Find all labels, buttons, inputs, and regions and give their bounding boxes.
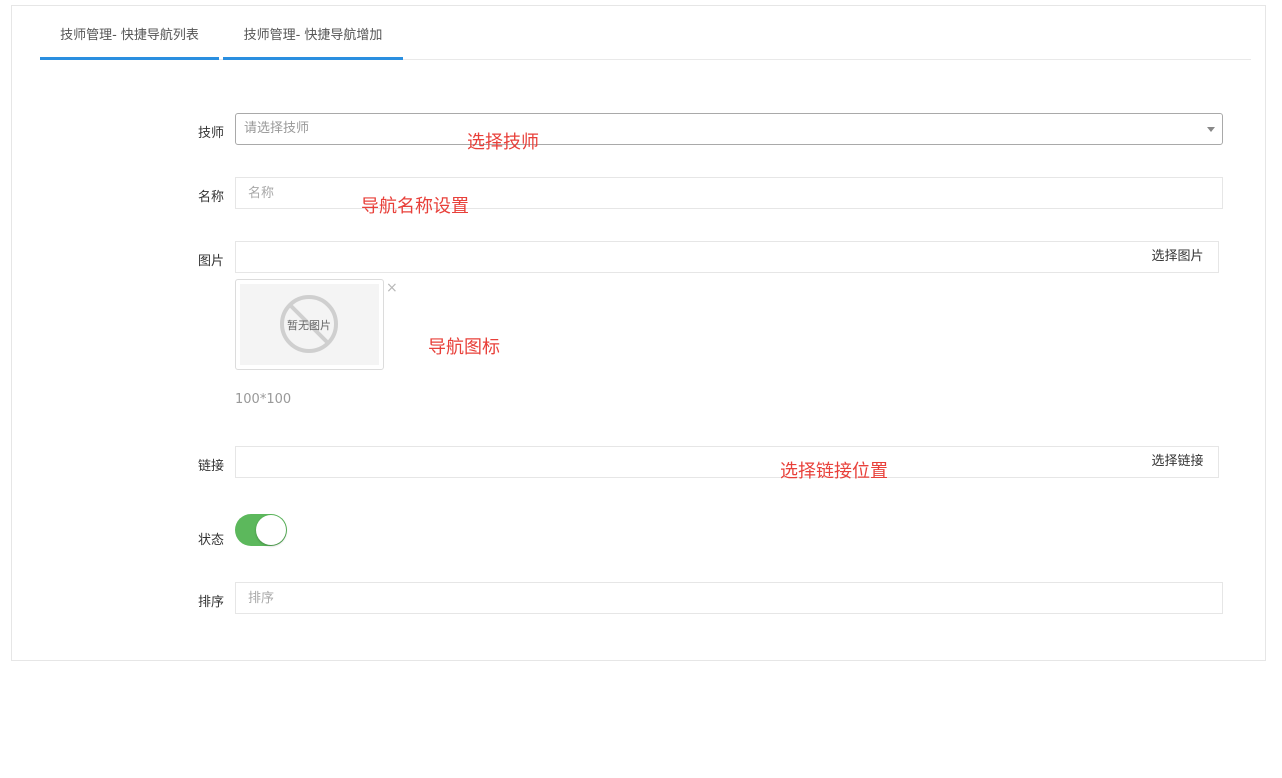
no-image-text: 暂无图片 [287, 319, 331, 332]
link-annotation: 选择链接位置 [780, 461, 888, 482]
status-toggle[interactable] [235, 514, 287, 546]
technician-select-placeholder: 请选择技师 [244, 121, 310, 136]
choose-link-button[interactable]: 选择链接 [1137, 446, 1219, 478]
remove-image-icon[interactable]: × [386, 281, 398, 295]
sort-field[interactable] [235, 582, 1223, 614]
image-url-field[interactable] [235, 241, 1138, 273]
name-annotation: 导航名称设置 [361, 196, 469, 217]
image-url-input[interactable] [236, 242, 1137, 272]
tab-nav-list[interactable]: 技师管理- 快捷导航列表 [40, 19, 219, 60]
link-field[interactable] [235, 446, 1138, 478]
choose-image-button[interactable]: 选择图片 [1137, 241, 1219, 273]
link-label: 链接 [198, 459, 225, 474]
link-input[interactable] [236, 447, 1137, 477]
image-preview: 暂无图片 [235, 279, 384, 370]
image-preview-placeholder: 暂无图片 [240, 284, 379, 365]
no-image-icon: 暂无图片 [280, 295, 338, 353]
technician-annotation: 选择技师 [467, 132, 539, 153]
image-label: 图片 [198, 254, 225, 269]
image-size-hint: 100*100 [235, 392, 292, 407]
technician-select[interactable]: 请选择技师 [235, 113, 1223, 145]
sort-input[interactable] [248, 583, 1222, 613]
toggle-knob [256, 515, 286, 545]
status-label: 状态 [198, 533, 225, 548]
tab-bar: 技师管理- 快捷导航列表 技师管理- 快捷导航增加 [40, 19, 1251, 60]
name-label: 名称 [198, 190, 225, 205]
form-panel: 技师管理- 快捷导航列表 技师管理- 快捷导航增加 [11, 5, 1266, 661]
technician-label: 技师 [198, 126, 225, 141]
chevron-down-icon [1207, 127, 1215, 132]
tab-nav-add[interactable]: 技师管理- 快捷导航增加 [223, 19, 403, 60]
sort-label: 排序 [198, 595, 225, 610]
image-annotation: 导航图标 [428, 337, 500, 358]
